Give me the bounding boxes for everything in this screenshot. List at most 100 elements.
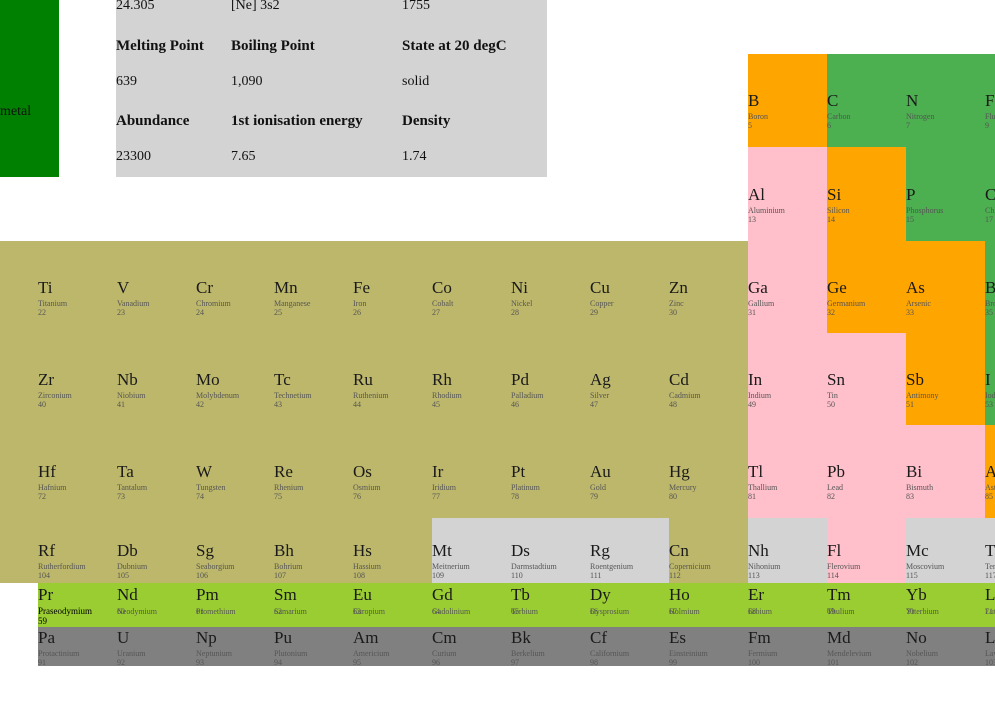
- element-name: Osmium: [353, 483, 381, 492]
- element-cell-platinum[interactable]: Pt Platinum 78: [511, 425, 590, 518]
- element-cell-copper[interactable]: Cu Copper 29: [590, 241, 669, 333]
- element-cell-bismuth[interactable]: Bi Bismuth 83: [906, 425, 985, 518]
- element-cell-lead[interactable]: Pb Lead 82: [827, 425, 906, 518]
- element-cell-chlorine[interactable]: Cl Chlorine17: [985, 147, 995, 241]
- element-cell-protactinium[interactable]: Pa Protactinium 91: [38, 627, 117, 666]
- element-cell-tantalum[interactable]: Ta Tantalum 73: [117, 425, 196, 518]
- element-cell-molybdenum[interactable]: Mo Molybdenum 42: [196, 333, 275, 425]
- element-cell-curium[interactable]: Cm Curium 96: [432, 627, 511, 666]
- element-cell-tungsten[interactable]: W Tungsten 74: [196, 425, 275, 518]
- element-cell-cobalt[interactable]: Co Cobalt 27: [432, 241, 511, 333]
- element-cell-gadolinium[interactable]: Gd Gadolinium 64: [432, 583, 511, 627]
- element-cell-vanadium[interactable]: V Vanadium 23: [117, 241, 196, 333]
- element-cell-dysprosium[interactable]: Dy Dysprosium 66: [590, 583, 669, 627]
- element-cell-rhenium[interactable]: Re Rhenium 75: [274, 425, 353, 518]
- element-cell-nickel[interactable]: Ni Nickel 28: [511, 241, 590, 333]
- element-cell-terbium[interactable]: Tb Terbium 65: [511, 583, 590, 627]
- element-cell-fluorine[interactable]: F Fluorine9: [985, 54, 995, 147]
- element-cell-mercury[interactable]: Hg Mercury 80: [669, 425, 748, 518]
- element-cell-bohrium[interactable]: Bh Bohrium 107: [274, 518, 353, 583]
- element-cell-thulium[interactable]: Tm Thulium 69: [827, 583, 906, 627]
- element-cell-tin[interactable]: Sn Tin 50: [827, 333, 906, 425]
- atomic-number: 114: [827, 571, 839, 580]
- element-name: Copper: [590, 299, 614, 308]
- element-cell-germanium[interactable]: Ge Germanium 32: [827, 241, 906, 333]
- element-cell-europium[interactable]: Eu Europium 63: [353, 583, 432, 627]
- element-name: Aluminium: [748, 206, 785, 215]
- element-cell-seaborgium[interactable]: Sg Seaborgium 106: [196, 518, 275, 583]
- element-cell-arsenic[interactable]: As Arsenic 33: [906, 241, 985, 333]
- element-cell-hafnium[interactable]: Hf Hafnium 72: [38, 425, 117, 518]
- element-cell-americium[interactable]: Am Americium 95: [353, 627, 432, 666]
- element-cell-rutherfordium[interactable]: Rf Rutherfordium 104: [38, 518, 117, 583]
- element-cell-fermium[interactable]: Fm Fermium 100: [748, 627, 827, 666]
- element-cell-copernicium[interactable]: Cn Copernicium 112: [669, 518, 748, 583]
- element-cell-chromium[interactable]: Cr Chromium 24: [196, 241, 275, 333]
- element-name: Protactinium: [38, 649, 80, 658]
- element-cell-moscovium[interactable]: Mc Moscovium 115: [906, 518, 985, 583]
- element-cell-berkelium[interactable]: Bk Berkelium 97: [511, 627, 590, 666]
- element-cell-nitrogen[interactable]: N Nitrogen 7: [906, 54, 985, 147]
- element-cell-neodymium[interactable]: Nd Neodymium 60: [117, 583, 196, 627]
- element-cell-antimony[interactable]: Sb Antimony 51: [906, 333, 985, 425]
- element-cell-iron[interactable]: Fe Iron 26: [353, 241, 432, 333]
- element-cell-indium[interactable]: In Indium 49: [748, 333, 827, 425]
- element-cell-cadmium[interactable]: Cd Cadmium 48: [669, 333, 748, 425]
- element-cell-iridium[interactable]: Ir Iridium 77: [432, 425, 511, 518]
- element-name: Tennessine: [985, 562, 995, 571]
- element-cell-boron[interactable]: B Boron 5: [748, 54, 827, 147]
- element-cell-yttrium[interactable]: YYttrium39: [0, 333, 38, 425]
- element-cell-holmium[interactable]: Ho Holmium 67: [669, 583, 748, 627]
- element-name: Americium: [353, 649, 390, 658]
- element-cell-plutonium[interactable]: Pu Plutonium 94: [274, 627, 353, 666]
- element-cell-palladium[interactable]: Pd Palladium 46: [511, 333, 590, 425]
- element-cell-samarium[interactable]: Sm Samarium 62: [274, 583, 353, 627]
- element-cell-zinc[interactable]: Zn Zinc 30: [669, 241, 748, 333]
- element-cell-silver[interactable]: Ag Silver 47: [590, 333, 669, 425]
- element-cell-aluminium[interactable]: Al Aluminium 13: [748, 147, 827, 241]
- element-cell-actinium[interactable]: AcActinium89: [0, 518, 38, 583]
- element-cell-lutetium[interactable]: LuLutetium71: [985, 583, 995, 627]
- element-cell-tennessine[interactable]: Ts Tennessine117: [985, 518, 995, 583]
- element-cell-zirconium[interactable]: Zr Zirconium 40: [38, 333, 117, 425]
- element-cell-gold[interactable]: Au Gold 79: [590, 425, 669, 518]
- element-cell-lanthanum[interactable]: LaLanthanum57: [0, 425, 38, 518]
- element-cell-bromine[interactable]: Br Bromine35: [985, 241, 995, 333]
- element-cell-rhodium[interactable]: Rh Rhodium 45: [432, 333, 511, 425]
- element-cell-uranium[interactable]: U Uranium 92: [117, 627, 196, 666]
- element-cell-neptunium[interactable]: Np Neptunium 93: [196, 627, 275, 666]
- element-cell-nobelium[interactable]: No Nobelium 102: [906, 627, 985, 666]
- element-cell-technetium[interactable]: Tc Technetium 43: [274, 333, 353, 425]
- element-cell-gallium[interactable]: Ga Gallium 31: [748, 241, 827, 333]
- element-cell-lawrencium[interactable]: Lr Lawrencium103: [985, 627, 995, 666]
- element-cell-carbon[interactable]: C Carbon 6: [827, 54, 906, 147]
- element-cell-californium[interactable]: Cf Californium 98: [590, 627, 669, 666]
- element-cell-hassium[interactable]: Hs Hassium 108: [353, 518, 432, 583]
- element-name: Carbon: [827, 112, 851, 121]
- element-cell-dubnium[interactable]: Db Dubnium 105: [117, 518, 196, 583]
- element-cell-darmstadtium[interactable]: Ds Darmstadtium 110: [511, 518, 590, 583]
- element-cell-flerovium[interactable]: Fl Flerovium 114: [827, 518, 906, 583]
- element-cell-iodine[interactable]: I Iodine53: [985, 333, 995, 425]
- element-cell-ytterbium[interactable]: Yb Ytterbium 70: [906, 583, 985, 627]
- element-cell-mendelevium[interactable]: Md Mendelevium 101: [827, 627, 906, 666]
- element-cell-scandium[interactable]: ScScandium21: [0, 241, 38, 333]
- element-cell-nihonium[interactable]: Nh Nihonium 113: [748, 518, 827, 583]
- element-cell-manganese[interactable]: Mn Manganese 25: [274, 241, 353, 333]
- element-cell-osmium[interactable]: Os Osmium 76: [353, 425, 432, 518]
- element-cell-meitnerium[interactable]: Mt Meitnerium 109: [432, 518, 511, 583]
- element-cell-roentgenium[interactable]: Rg Roentgenium 111: [590, 518, 669, 583]
- element-cell-promethium[interactable]: Pm Promethium 61: [196, 583, 275, 627]
- element-cell-astatine[interactable]: At Astatine85: [985, 425, 995, 518]
- element-cell-phosphorus[interactable]: P Phosphorus 15: [906, 147, 985, 241]
- element-cell-silicon[interactable]: Si Silicon 14: [827, 147, 906, 241]
- element-cell-einsteinium[interactable]: Es Einsteinium 99: [669, 627, 748, 666]
- element-cell-niobium[interactable]: Nb Niobium 41: [117, 333, 196, 425]
- element-cell-ruthenium[interactable]: Ru Ruthenium 44: [353, 333, 432, 425]
- element-name: Rhodium: [432, 391, 462, 400]
- element-cell-praseodymium[interactable]: Pr Praseodymium 59: [38, 583, 117, 627]
- element-cell-thallium[interactable]: Tl Thallium 81: [748, 425, 827, 518]
- element-cell-erbium[interactable]: Er Erbium 68: [748, 583, 827, 627]
- element-cell-titanium[interactable]: Ti Titanium 22: [38, 241, 117, 333]
- atomic-number: 70: [906, 607, 914, 616]
